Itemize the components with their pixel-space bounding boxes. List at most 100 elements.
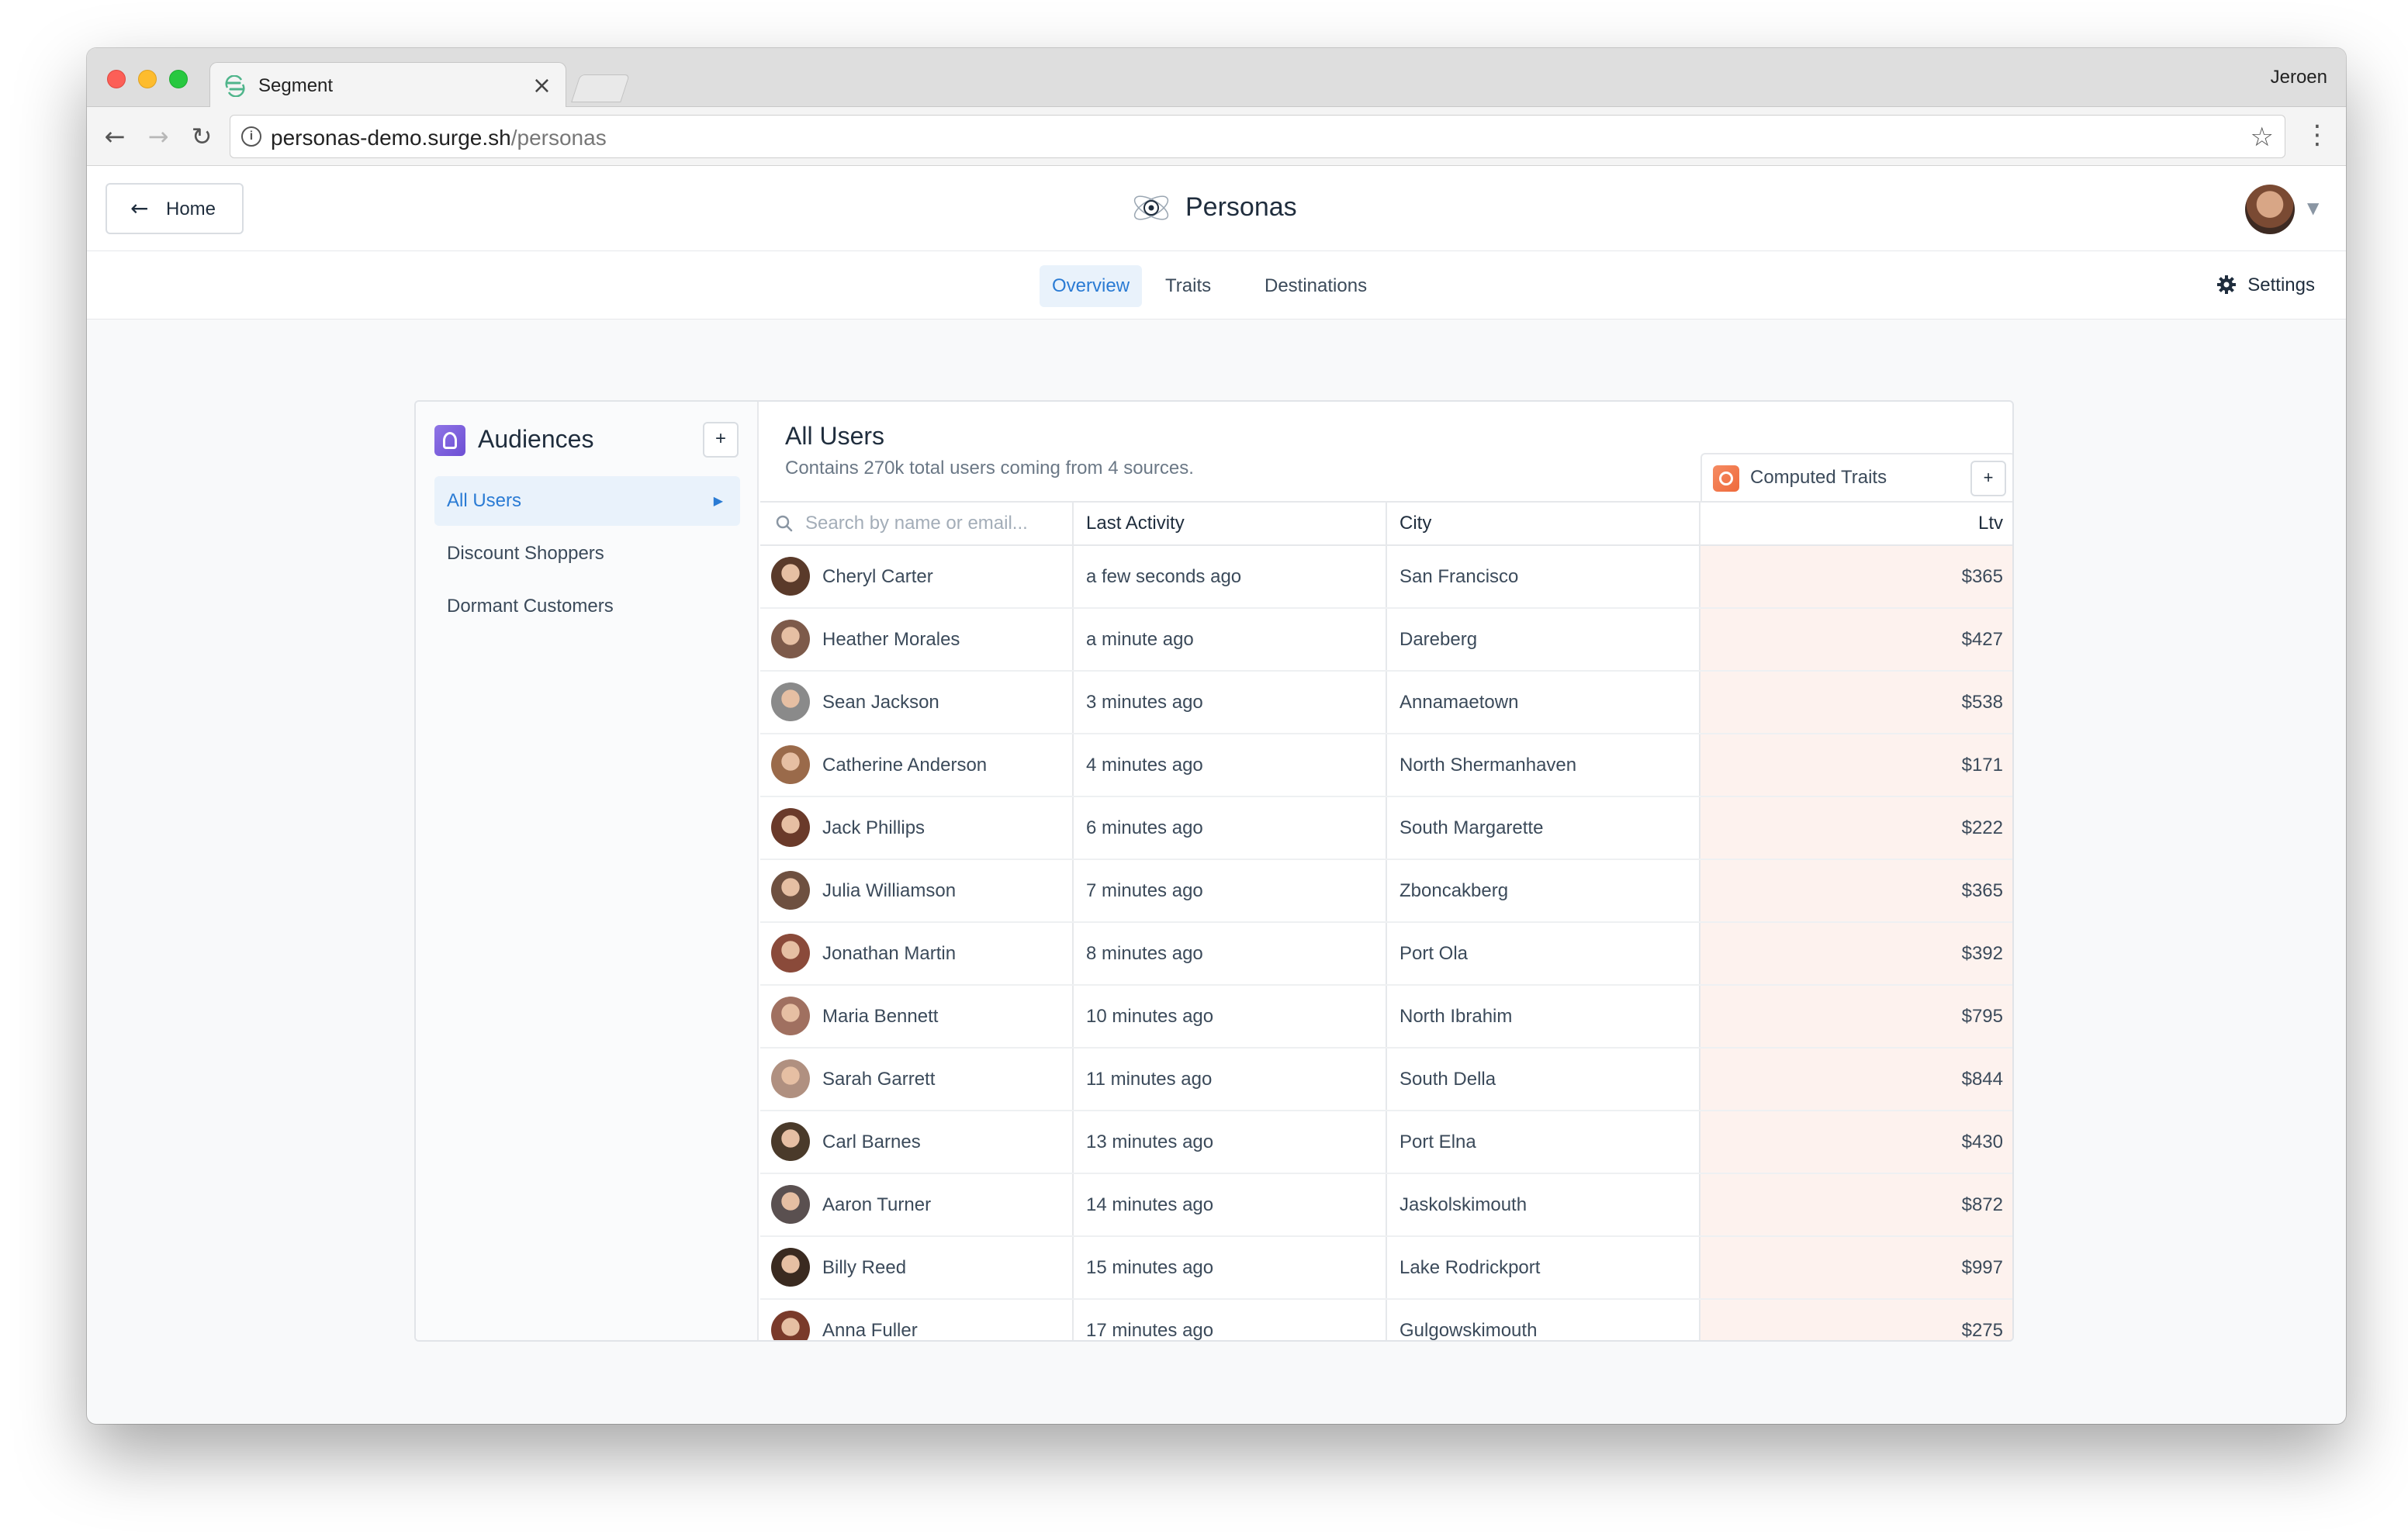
- audiences-icon: [434, 425, 465, 456]
- table-row[interactable]: Anna Fuller 17 minutes ago Gulgowskimouth $…: [760, 1300, 2012, 1341]
- table-row[interactable]: Julia Williamson 7 minutes ago Zboncakberg…: [760, 860, 2012, 923]
- settings-link[interactable]: Settings: [2216, 275, 2315, 296]
- last-activity-cell: 8 minutes ago: [1074, 923, 1387, 984]
- user-name-cell[interactable]: Anna Fuller: [760, 1300, 1074, 1341]
- last-activity-cell: 11 minutes ago: [1074, 1049, 1387, 1110]
- url-path: /personas: [510, 126, 607, 150]
- reload-icon[interactable]: ↻: [185, 119, 219, 154]
- user-name-cell[interactable]: Catherine Anderson: [760, 734, 1074, 796]
- user-name-cell[interactable]: Sean Jackson: [760, 672, 1074, 733]
- chevron-right-icon: ▶: [713, 493, 723, 508]
- user-name-cell[interactable]: Jonathan Martin: [760, 923, 1074, 984]
- profile-name[interactable]: Jeroen: [2271, 67, 2327, 88]
- ltv-cell: $427: [1700, 609, 2012, 670]
- ltv-cell: $365: [1700, 860, 2012, 921]
- more-vert-icon[interactable]: ⋮: [2304, 119, 2330, 150]
- table-row[interactable]: Sean Jackson 3 minutes ago Annamaetown $538: [760, 672, 2012, 734]
- add-audience-button[interactable]: +: [703, 422, 739, 458]
- tab-destinations[interactable]: Destinations: [1252, 265, 1379, 307]
- forward-arrow-icon[interactable]: →: [141, 119, 175, 154]
- table-row[interactable]: Jack Phillips 6 minutes ago South Margaret…: [760, 797, 2012, 860]
- close-icon[interactable]: ×: [532, 72, 552, 99]
- city-cell: Zboncakberg: [1387, 860, 1700, 921]
- ltv-cell: $171: [1700, 734, 2012, 796]
- avatar: [771, 1185, 810, 1224]
- info-icon[interactable]: i: [241, 126, 261, 147]
- avatar: [771, 871, 810, 910]
- user-name-cell[interactable]: Jack Phillips: [760, 797, 1074, 859]
- user-name: Carl Barnes: [822, 1131, 921, 1152]
- city-cell: Dareberg: [1387, 609, 1700, 670]
- browser-tab[interactable]: Segment ×: [209, 62, 566, 109]
- table-row[interactable]: Catherine Anderson 4 minutes ago North She…: [760, 734, 2012, 797]
- table-row[interactable]: Billy Reed 15 minutes ago Lake Rodrickport…: [760, 1237, 2012, 1300]
- home-button[interactable]: ← Home: [106, 183, 244, 234]
- user-name: Jonathan Martin: [822, 943, 957, 964]
- avatar: [771, 808, 810, 847]
- user-name: Anna Fuller: [822, 1320, 918, 1341]
- audience-content: All Users Contains 270k total users comi…: [760, 402, 2012, 1340]
- audiences-title: Audiences: [478, 425, 594, 453]
- user-name-cell[interactable]: Heather Morales: [760, 609, 1074, 670]
- table-row[interactable]: Carl Barnes 13 minutes ago Port Elna $430: [760, 1111, 2012, 1174]
- address-bar[interactable]: i personas-demo.surge.sh/personas ☆: [230, 115, 2285, 158]
- table-row[interactable]: Jonathan Martin 8 minutes ago Port Ola $392: [760, 923, 2012, 986]
- back-arrow-icon[interactable]: ←: [98, 119, 132, 154]
- user-name-cell[interactable]: Maria Bennett: [760, 986, 1074, 1047]
- sidebar-item-label: All Users: [447, 490, 522, 511]
- star-icon[interactable]: ☆: [2251, 122, 2274, 153]
- maximize-window-button[interactable]: [169, 70, 188, 88]
- tab-overview[interactable]: Overview: [1040, 265, 1143, 307]
- user-menu[interactable]: ▼: [2245, 185, 2323, 234]
- user-name: Jack Phillips: [822, 817, 925, 838]
- user-name-cell[interactable]: Aaron Turner: [760, 1174, 1074, 1235]
- column-header-city[interactable]: City: [1387, 503, 1700, 544]
- sidebar-item-discount-shoppers[interactable]: Discount Shoppers: [434, 529, 740, 579]
- ltv-cell: $392: [1700, 923, 2012, 984]
- new-tab-button[interactable]: [571, 74, 630, 102]
- user-name-cell[interactable]: Julia Williamson: [760, 860, 1074, 921]
- last-activity-cell: 15 minutes ago: [1074, 1237, 1387, 1298]
- user-name: Catherine Anderson: [822, 755, 988, 776]
- user-name: Sean Jackson: [822, 692, 939, 713]
- user-name-cell[interactable]: Carl Barnes: [760, 1111, 1074, 1173]
- minimize-window-button[interactable]: [138, 70, 157, 88]
- segment-logo-icon: [225, 75, 245, 97]
- avatar: [771, 1311, 810, 1340]
- last-activity-cell: 10 minutes ago: [1074, 986, 1387, 1047]
- chevron-down-icon[interactable]: ▼: [2307, 199, 2319, 217]
- computed-traits-header: Computed Traits +: [1700, 453, 2012, 501]
- browser-window: Segment × Jeroen ← → ↻ i personas-demo.s…: [87, 48, 2346, 1424]
- user-name-cell[interactable]: Billy Reed: [760, 1237, 1074, 1298]
- table-row[interactable]: Maria Bennett 10 minutes ago North Ibrahim…: [760, 986, 2012, 1049]
- avatar: [771, 620, 810, 658]
- url-host: personas-demo.surge.sh: [271, 126, 511, 150]
- close-window-button[interactable]: [107, 70, 126, 88]
- computed-traits-icon: [1713, 465, 1739, 492]
- ltv-cell: $844: [1700, 1049, 2012, 1110]
- page-title: All Users: [785, 422, 885, 450]
- table-row[interactable]: Cheryl Carter a few seconds ago San Franci…: [760, 546, 2012, 609]
- search-input[interactable]: [805, 509, 1061, 538]
- audiences-panel: Audiences + All Users ▶ Discount Shopper…: [414, 400, 2014, 1342]
- sidebar-item-all-users[interactable]: All Users ▶: [434, 476, 740, 526]
- ltv-cell: $997: [1700, 1237, 2012, 1298]
- user-name-cell[interactable]: Cheryl Carter: [760, 546, 1074, 607]
- table-row[interactable]: Heather Morales a minute ago Dareberg $427: [760, 609, 2012, 672]
- table-row[interactable]: Aaron Turner 14 minutes ago Jaskolskimouth…: [760, 1174, 2012, 1237]
- url-text[interactable]: personas-demo.surge.sh/personas: [271, 126, 607, 150]
- avatar: [771, 1059, 810, 1098]
- column-header-ltv[interactable]: Ltv: [1700, 503, 2012, 544]
- avatar: [771, 1248, 810, 1287]
- tab-traits[interactable]: Traits: [1153, 265, 1223, 307]
- avatar[interactable]: [2245, 185, 2295, 234]
- sub-navigation: Overview Traits Destinations Settings: [87, 251, 2346, 320]
- user-name: Billy Reed: [822, 1257, 907, 1278]
- last-activity-cell: 7 minutes ago: [1074, 860, 1387, 921]
- user-name-cell[interactable]: Sarah Garrett: [760, 1049, 1074, 1110]
- sidebar-item-dormant-customers[interactable]: Dormant Customers: [434, 582, 740, 631]
- user-name: Heather Morales: [822, 629, 960, 650]
- column-header-last-activity[interactable]: Last Activity: [1074, 503, 1387, 544]
- add-computed-trait-button[interactable]: +: [1970, 461, 2006, 496]
- table-row[interactable]: Sarah Garrett 11 minutes ago South Della $8…: [760, 1049, 2012, 1111]
